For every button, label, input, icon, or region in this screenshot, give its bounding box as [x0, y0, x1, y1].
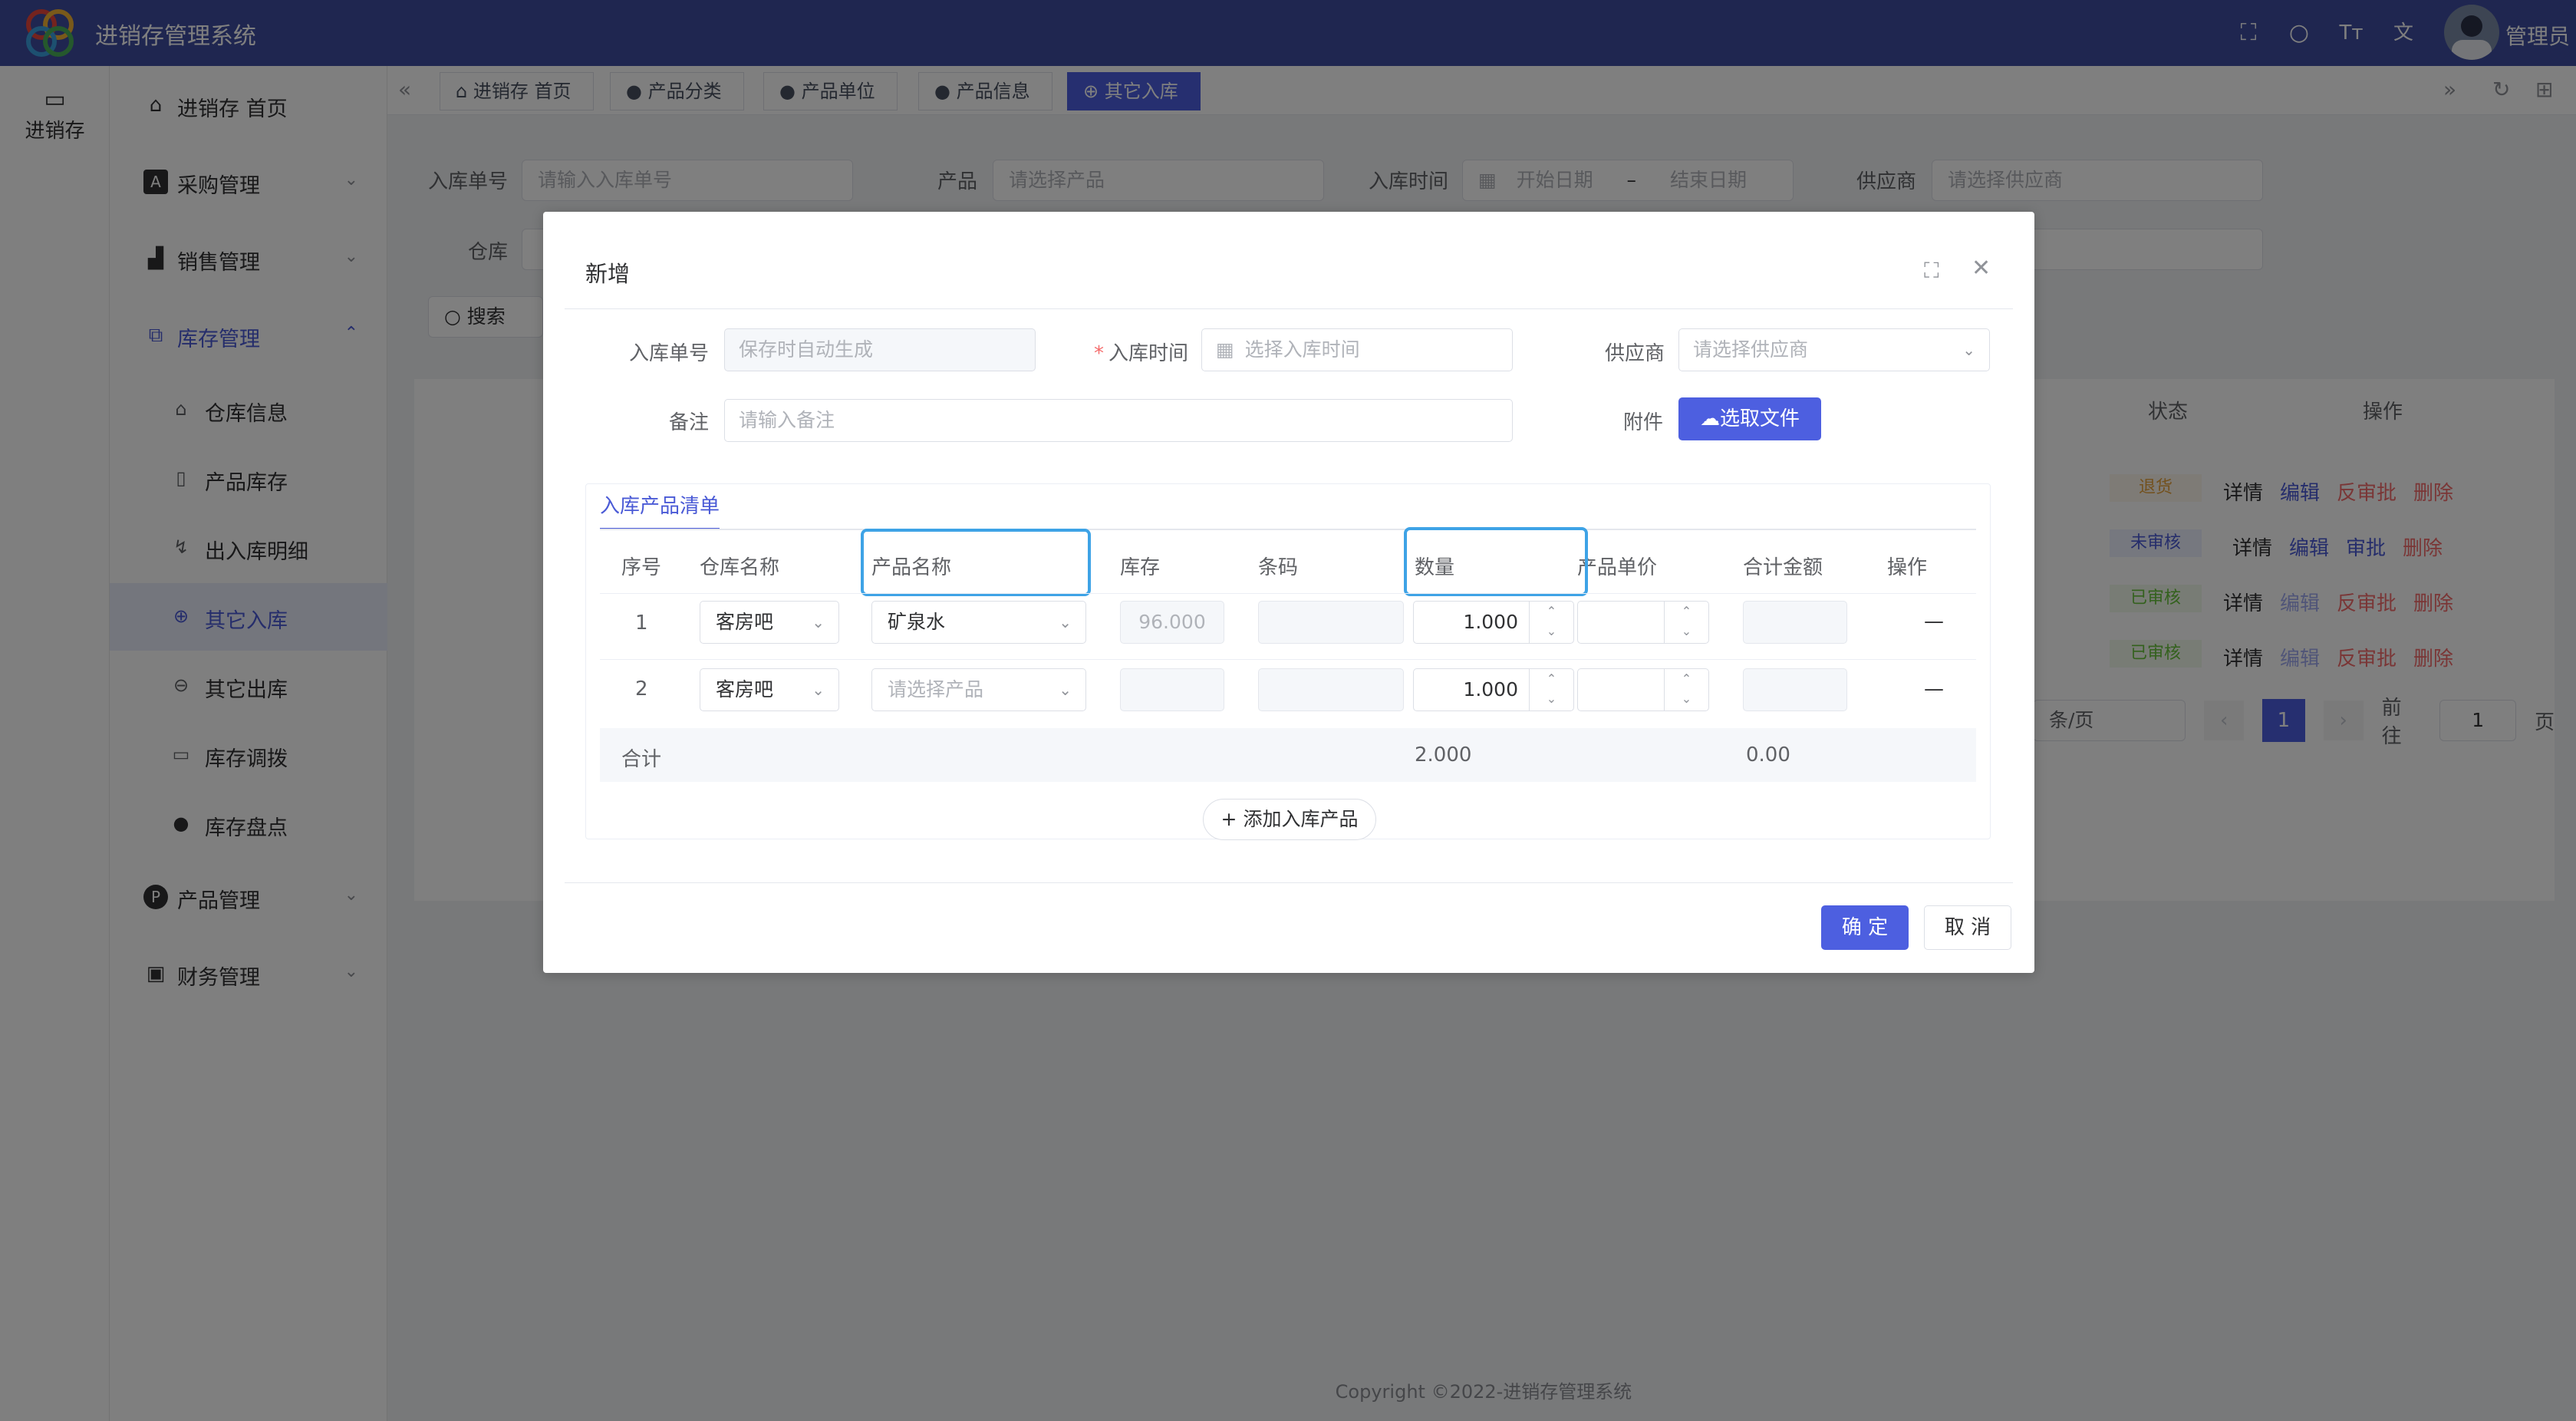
- product-column-highlight: [861, 529, 1091, 596]
- unit-price-stepper[interactable]: ⌃ ⌄: [1577, 668, 1709, 711]
- col-barcode: 条码: [1258, 556, 1299, 579]
- total-amount-field: [1743, 668, 1847, 711]
- remove-row-button[interactable]: —: [1924, 678, 1944, 701]
- add-product-button[interactable]: + 添加入库产品: [1203, 799, 1376, 840]
- cancel-button[interactable]: 取 消: [1924, 905, 2011, 950]
- warehouse-value: 客房吧: [716, 678, 774, 701]
- amount-total: 0.00: [1746, 743, 1790, 767]
- tab-underline: [600, 529, 1976, 530]
- quantity-stepper[interactable]: 1.000 ⌃ ⌄: [1413, 601, 1574, 644]
- total-amount-field: [1743, 601, 1847, 644]
- stepper-arrows-icon[interactable]: ⌃ ⌄: [1664, 602, 1708, 643]
- divider: [565, 308, 2013, 309]
- stepper-arrows-icon[interactable]: ⌃ ⌄: [1664, 669, 1708, 710]
- barcode-field: [1258, 668, 1404, 711]
- time-label-text: 入库时间: [1108, 342, 1189, 365]
- chevron-down-icon: ⌄: [1059, 613, 1072, 631]
- row-index: 1: [635, 612, 648, 635]
- quantity-stepper[interactable]: 1.000 ⌃ ⌄: [1413, 668, 1574, 711]
- quantity-total: 2.000: [1415, 743, 1472, 767]
- maximize-icon[interactable]: ⛶: [1924, 258, 1939, 284]
- stock-field: 96.000: [1120, 601, 1224, 644]
- order-no-field[interactable]: 保存时自动生成: [724, 328, 1036, 371]
- chevron-down-icon: ⌄: [1962, 341, 1975, 359]
- chevron-down-icon: ⌄: [1059, 681, 1072, 699]
- cloud-upload-icon: ☁: [1699, 407, 1720, 430]
- summary-row: 合计 2.000 0.00: [600, 728, 1976, 782]
- attachment-label: 附件: [1623, 411, 1664, 434]
- row-divider: [600, 593, 1976, 594]
- required-mark: *: [1094, 342, 1104, 365]
- product-value: 矿泉水: [888, 611, 946, 633]
- time-picker[interactable]: ▦ 选择入库时间: [1201, 328, 1513, 371]
- col-warehouse: 仓库名称: [700, 556, 780, 579]
- product-select[interactable]: 矿泉水 ⌄: [871, 601, 1086, 644]
- quantity-value: 1.000: [1463, 678, 1518, 701]
- col-total-amount: 合计金额: [1743, 556, 1823, 579]
- warehouse-select[interactable]: 客房吧 ⌄: [700, 601, 839, 644]
- remark-label: 备注: [669, 411, 710, 434]
- remove-row-button[interactable]: —: [1924, 610, 1944, 633]
- col-stock: 库存: [1120, 556, 1161, 579]
- stock-field: [1120, 668, 1224, 711]
- dialog-title: 新增: [585, 261, 631, 287]
- row-divider: [600, 659, 1976, 660]
- close-icon[interactable]: ✕: [1972, 255, 1991, 282]
- supplier-placeholder: 请选择供应商: [1693, 338, 1809, 361]
- product-placeholder: 请选择产品: [888, 678, 984, 701]
- confirm-button[interactable]: 确 定: [1821, 905, 1909, 950]
- quantity-column-highlight: [1404, 527, 1588, 596]
- product-list-card: 入库产品清单 序号 仓库名称 产品名称 库存 条码 数量 产品单价 合计金额 操…: [585, 483, 1991, 840]
- chevron-down-icon: ⌄: [812, 613, 825, 631]
- supplier-label: 供应商: [1605, 342, 1665, 365]
- warehouse-value: 客房吧: [716, 611, 774, 633]
- summary-label: 合计: [621, 748, 662, 771]
- stepper-arrows-icon[interactable]: ⌃ ⌄: [1529, 602, 1573, 643]
- divider: [565, 882, 2013, 883]
- chevron-down-icon: ⌄: [812, 681, 825, 699]
- quantity-value: 1.000: [1463, 611, 1518, 633]
- row-index: 2: [635, 678, 648, 701]
- col-unit-price: 产品单价: [1577, 556, 1658, 579]
- stepper-arrows-icon[interactable]: ⌃ ⌄: [1529, 669, 1573, 710]
- calendar-icon: ▦: [1216, 338, 1234, 361]
- unit-price-stepper[interactable]: ⌃ ⌄: [1577, 601, 1709, 644]
- product-select[interactable]: 请选择产品 ⌄: [871, 668, 1086, 711]
- col-index: 序号: [621, 556, 662, 579]
- remark-textarea[interactable]: 请输入备注: [724, 399, 1513, 442]
- col-action: 操作: [1887, 556, 1928, 579]
- order-no-label: 入库单号: [629, 342, 710, 365]
- upload-button-label: 选取文件: [1719, 407, 1800, 430]
- supplier-select[interactable]: 请选择供应商 ⌄: [1678, 328, 1990, 371]
- barcode-field: [1258, 601, 1404, 644]
- time-placeholder: 选择入库时间: [1244, 338, 1360, 361]
- add-inbound-dialog: 新增 ⛶ ✕ 入库单号 保存时自动生成 * 入库时间 ▦ 选择入库时间 供应商 请选…: [543, 212, 2034, 973]
- tab-product-list[interactable]: 入库产品清单: [600, 490, 720, 530]
- time-label: * 入库时间: [1094, 338, 1188, 366]
- warehouse-select[interactable]: 客房吧 ⌄: [700, 668, 839, 711]
- upload-file-button[interactable]: ☁选取文件: [1678, 397, 1821, 440]
